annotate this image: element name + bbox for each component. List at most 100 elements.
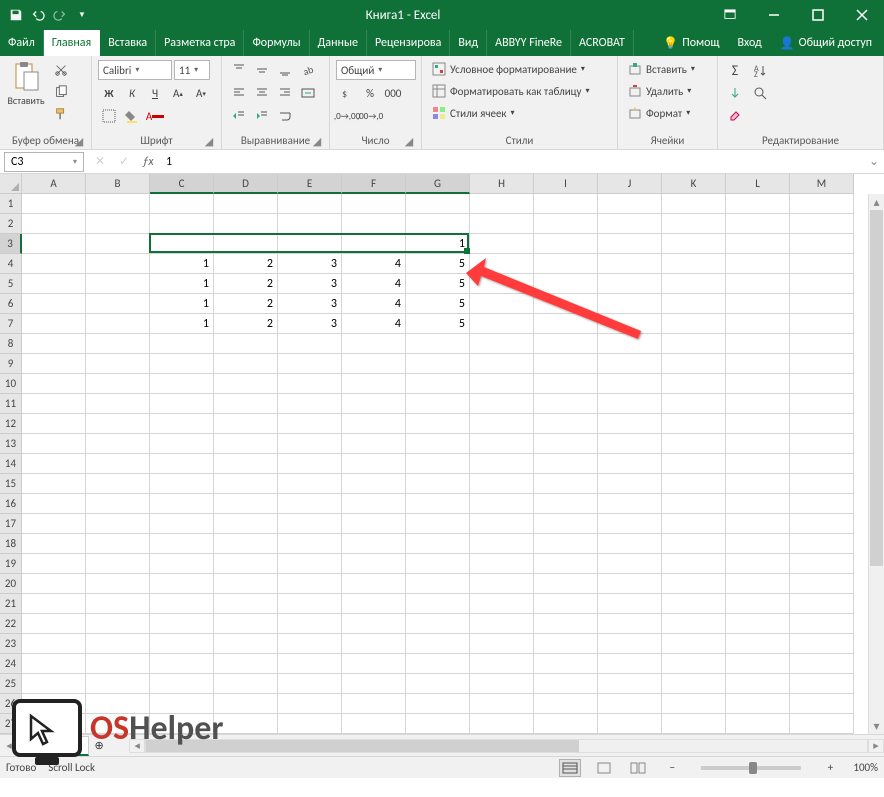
row-header[interactable]: 16 [0, 494, 22, 514]
cell[interactable] [278, 494, 342, 514]
cell[interactable] [278, 234, 342, 254]
cell[interactable] [790, 314, 854, 334]
scroll-down-icon[interactable]: ▾ [869, 718, 884, 734]
cell[interactable] [214, 674, 278, 694]
cell[interactable] [598, 314, 662, 334]
cell[interactable] [534, 294, 598, 314]
merge-center-icon[interactable] [297, 83, 319, 103]
cell[interactable] [278, 694, 342, 714]
cell[interactable] [726, 354, 790, 374]
cell[interactable] [150, 674, 214, 694]
cell[interactable] [726, 654, 790, 674]
cell[interactable] [342, 494, 406, 514]
cell[interactable] [726, 374, 790, 394]
cell[interactable] [150, 654, 214, 674]
cell[interactable] [470, 214, 534, 234]
row-header[interactable]: 13 [0, 434, 22, 454]
row-header[interactable]: 24 [0, 654, 22, 674]
cell[interactable] [406, 614, 470, 634]
formula-bar-expand-icon[interactable]: ⌄ [864, 154, 884, 169]
tab-insert[interactable]: Вставка [100, 30, 156, 56]
cell[interactable] [86, 314, 150, 334]
cell[interactable] [790, 334, 854, 354]
cell[interactable] [470, 194, 534, 214]
cell[interactable] [342, 354, 406, 374]
cell[interactable] [342, 374, 406, 394]
formula-input[interactable]: 1 [160, 155, 864, 169]
cell[interactable]: 2 [214, 294, 278, 314]
cell[interactable]: 1 [150, 314, 214, 334]
orientation-icon[interactable]: ab [297, 60, 319, 80]
cell[interactable] [406, 374, 470, 394]
cell[interactable] [662, 614, 726, 634]
cell[interactable] [534, 634, 598, 654]
cell[interactable] [470, 254, 534, 274]
cell[interactable] [278, 394, 342, 414]
cell[interactable] [150, 494, 214, 514]
cell[interactable]: 1 [406, 234, 470, 254]
cell[interactable] [726, 294, 790, 314]
cell[interactable] [598, 414, 662, 434]
minimize-icon[interactable] [752, 1, 796, 29]
cell[interactable] [662, 454, 726, 474]
cell[interactable] [598, 354, 662, 374]
cell[interactable] [662, 334, 726, 354]
cell[interactable]: 3 [278, 314, 342, 334]
cell[interactable] [470, 234, 534, 254]
undo-icon[interactable] [28, 5, 48, 25]
cell[interactable] [598, 294, 662, 314]
font-launcher-icon[interactable]: ◢ [203, 135, 215, 147]
align-right-icon[interactable] [274, 83, 296, 103]
cell[interactable] [342, 694, 406, 714]
row-header[interactable]: 6 [0, 294, 22, 314]
maximize-icon[interactable] [796, 1, 840, 29]
cell[interactable] [790, 294, 854, 314]
cell[interactable] [726, 274, 790, 294]
cell[interactable] [406, 654, 470, 674]
cell[interactable] [598, 454, 662, 474]
cell[interactable] [534, 674, 598, 694]
clipboard-launcher-icon[interactable]: ◢ [73, 135, 85, 147]
cell[interactable] [342, 334, 406, 354]
cell[interactable] [86, 694, 150, 714]
cell[interactable] [86, 234, 150, 254]
cell[interactable] [214, 494, 278, 514]
cell[interactable] [406, 694, 470, 714]
cell[interactable] [86, 394, 150, 414]
cell[interactable] [342, 454, 406, 474]
cell[interactable] [790, 534, 854, 554]
cell[interactable]: 3 [278, 274, 342, 294]
alignment-launcher-icon[interactable]: ◢ [311, 135, 323, 147]
cell[interactable] [22, 654, 86, 674]
cell[interactable] [278, 554, 342, 574]
cell[interactable] [86, 574, 150, 594]
cell[interactable] [214, 714, 278, 734]
cell[interactable] [662, 314, 726, 334]
cell[interactable] [150, 554, 214, 574]
cell[interactable] [662, 674, 726, 694]
cell[interactable] [406, 514, 470, 534]
cell[interactable] [150, 694, 214, 714]
cell[interactable] [278, 654, 342, 674]
cell[interactable] [150, 474, 214, 494]
italic-button[interactable]: К [121, 83, 143, 103]
increase-indent-icon[interactable] [251, 106, 273, 126]
cell[interactable] [342, 214, 406, 234]
cell[interactable] [470, 274, 534, 294]
cell[interactable] [662, 474, 726, 494]
cell[interactable] [150, 214, 214, 234]
cell[interactable] [22, 414, 86, 434]
cell[interactable] [342, 474, 406, 494]
cell[interactable] [406, 494, 470, 514]
cut-icon[interactable] [50, 60, 72, 80]
cell[interactable] [662, 514, 726, 534]
cell[interactable] [342, 654, 406, 674]
cells-area[interactable]: 112345123451234512345 [22, 194, 854, 734]
zoom-in-icon[interactable]: + [819, 758, 841, 778]
cell[interactable] [598, 514, 662, 534]
cell[interactable] [278, 454, 342, 474]
cell[interactable] [726, 674, 790, 694]
tab-view[interactable]: Вид [450, 30, 487, 56]
cell[interactable] [598, 474, 662, 494]
cell[interactable] [534, 694, 598, 714]
